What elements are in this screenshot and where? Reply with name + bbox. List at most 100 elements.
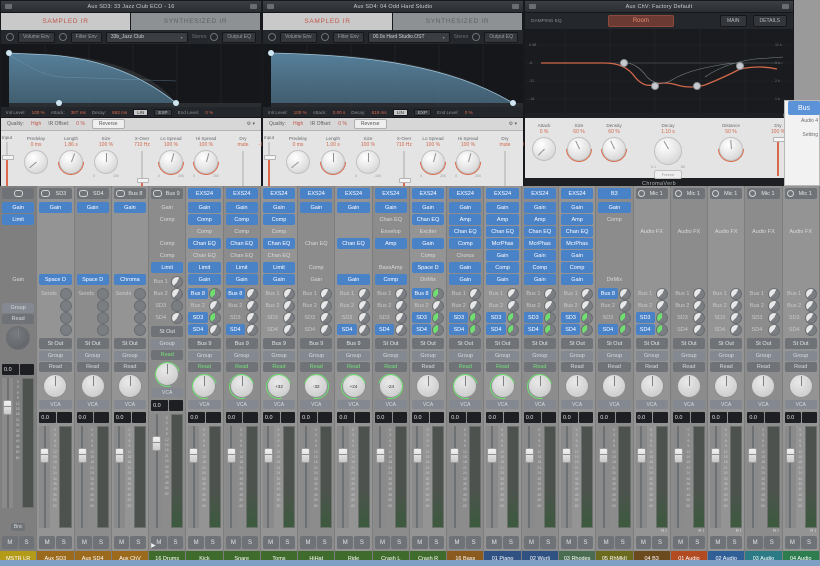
fader-cap[interactable] bbox=[487, 448, 496, 463]
insert-slot[interactable]: Comp bbox=[412, 250, 444, 261]
bounce-button[interactable]: Bnc bbox=[11, 523, 26, 531]
channel-strip[interactable]: SD3GainSpace DSendsSt OutGroupReadVCA0.0… bbox=[37, 186, 74, 566]
send-destination[interactable]: SD3 bbox=[598, 312, 617, 323]
send-destination[interactable]: Bus 8 bbox=[226, 288, 245, 299]
volume-fader[interactable] bbox=[188, 426, 199, 528]
send-destination[interactable] bbox=[114, 300, 133, 311]
send-destination[interactable]: SD3 bbox=[226, 312, 245, 323]
volume-value[interactable]: 0.0 bbox=[673, 412, 690, 423]
damping-eq-label[interactable]: DAMPING EQ bbox=[531, 19, 562, 24]
fader-area[interactable]: 03691215182124303540455060 bbox=[300, 426, 332, 528]
send-level-knob[interactable] bbox=[432, 288, 444, 300]
pan-knob[interactable] bbox=[230, 374, 254, 398]
send-slot[interactable]: SD4 bbox=[598, 324, 630, 335]
input-slot[interactable]: Bus 8 bbox=[114, 188, 146, 199]
group-slot[interactable]: Group bbox=[226, 351, 258, 361]
send-level-knob[interactable] bbox=[693, 324, 705, 336]
peak-value[interactable] bbox=[243, 412, 257, 423]
peak-value[interactable] bbox=[393, 412, 407, 423]
send-slot[interactable] bbox=[114, 312, 146, 323]
fader-area[interactable]: 03691215182124303540455060 bbox=[375, 426, 407, 528]
instrument-slot[interactable]: EXS24 bbox=[263, 188, 295, 199]
room-type-button[interactable]: Room bbox=[608, 15, 674, 27]
send-slot[interactable]: Bus 2 bbox=[524, 300, 556, 311]
input-slot[interactable]: SD3 bbox=[39, 188, 71, 199]
output-slot[interactable]: St Out bbox=[486, 338, 518, 349]
send-slot[interactable]: SD3 bbox=[337, 312, 369, 323]
vca-slot[interactable]: VCA bbox=[39, 400, 71, 409]
peak-value[interactable] bbox=[169, 400, 183, 411]
output-eq-power-icon[interactable] bbox=[210, 33, 218, 41]
group-slot[interactable]: Group bbox=[747, 351, 779, 361]
send-slot[interactable]: SD3 bbox=[747, 312, 779, 323]
insert-slot[interactable]: Gain bbox=[226, 202, 258, 213]
volume-value-row[interactable]: 0.0 bbox=[226, 412, 258, 423]
insert-slot[interactable]: Comp bbox=[151, 238, 183, 249]
insert-slot[interactable]: Chan EQ bbox=[486, 226, 518, 237]
volume-value-row[interactable]: 0.0 bbox=[77, 412, 109, 423]
insert-slot[interactable]: Space D bbox=[39, 274, 71, 285]
insert-slot[interactable]: Comp bbox=[151, 214, 183, 225]
vca-slot[interactable]: VCA bbox=[300, 400, 332, 409]
send-level-knob[interactable] bbox=[97, 312, 109, 324]
send-slot[interactable] bbox=[39, 312, 71, 323]
knob-size[interactable]: Size 60 % bbox=[562, 122, 596, 161]
record-input-tags[interactable]: R I bbox=[745, 528, 781, 534]
output-eq-button[interactable]: Output EQ bbox=[222, 32, 256, 43]
automation-mode-button[interactable]: Read bbox=[785, 362, 817, 372]
window-minimize-icon[interactable] bbox=[782, 4, 789, 9]
insert-slot[interactable]: Audio FX bbox=[785, 226, 817, 237]
insert-slot[interactable] bbox=[114, 262, 146, 273]
group-slot[interactable]: Group bbox=[710, 351, 742, 361]
send-level-knob[interactable] bbox=[619, 312, 631, 324]
solo-button[interactable]: S bbox=[242, 536, 258, 549]
send-slot[interactable]: Bus 2 bbox=[561, 300, 593, 311]
send-destination[interactable]: SD4 bbox=[449, 324, 468, 335]
knob-attack[interactable]: Attack 0 % bbox=[527, 122, 561, 161]
pan-knob[interactable] bbox=[43, 374, 67, 398]
send-level-knob[interactable] bbox=[805, 288, 817, 300]
automation-mode-button[interactable]: Read bbox=[226, 362, 258, 372]
pan-control[interactable] bbox=[0, 324, 36, 352]
send-level-knob[interactable] bbox=[395, 300, 407, 312]
send-slot[interactable] bbox=[77, 300, 109, 311]
knob-lo-spread[interactable]: Lo Spread 100 % 0200 bbox=[416, 135, 450, 178]
send-level-knob[interactable] bbox=[507, 300, 519, 312]
send-level-knob[interactable] bbox=[97, 324, 109, 336]
insert-slot[interactable]: Gain bbox=[524, 202, 556, 213]
send-slot[interactable]: Bus 1 bbox=[263, 288, 295, 299]
volume-value-row[interactable]: 0.0 bbox=[375, 412, 407, 423]
automation-mode-button[interactable]: Read bbox=[263, 362, 295, 372]
insert-slot[interactable] bbox=[673, 250, 705, 261]
insert-slot[interactable]: Gain bbox=[2, 274, 34, 285]
output-slot[interactable]: Bus 9 bbox=[300, 338, 332, 349]
insert-slot[interactable]: Chan EQ bbox=[188, 250, 220, 261]
peak-value[interactable] bbox=[765, 412, 779, 423]
send-slot[interactable]: Bus 2 bbox=[747, 300, 779, 311]
vca-slot[interactable]: VCA bbox=[636, 400, 668, 409]
window-minimize-icon[interactable] bbox=[250, 4, 257, 9]
fader-cap[interactable] bbox=[40, 448, 49, 463]
insert-slot[interactable]: Chan EQ bbox=[375, 214, 407, 225]
send-slot[interactable]: Bus 2 bbox=[412, 300, 444, 311]
send-level-knob[interactable] bbox=[134, 300, 146, 312]
fader-area[interactable]: 03691215182124303540455060 bbox=[673, 426, 705, 528]
output-slot[interactable]: St Out bbox=[39, 338, 71, 349]
solo-button[interactable]: S bbox=[801, 536, 817, 549]
send-destination[interactable]: Bus 1 bbox=[151, 276, 170, 287]
volume-fader[interactable] bbox=[710, 426, 721, 528]
automation-mode-button[interactable]: Read bbox=[710, 362, 742, 372]
send-slot[interactable]: Bus 2 bbox=[486, 300, 518, 311]
insert-slot[interactable]: Envelop bbox=[375, 226, 407, 237]
solo-button[interactable]: S bbox=[19, 536, 35, 549]
instrument-slot[interactable]: EXS24 bbox=[449, 188, 481, 199]
volume-value[interactable]: 0.0 bbox=[114, 412, 131, 423]
send-destination[interactable] bbox=[77, 300, 96, 311]
fader-area[interactable]: 03691215182124303540455060 bbox=[636, 426, 668, 528]
peak-value[interactable] bbox=[579, 412, 593, 423]
insert-slot[interactable] bbox=[114, 214, 146, 225]
send-destination[interactable]: Bus 2 bbox=[226, 300, 245, 311]
insert-slot[interactable]: Chan EQ bbox=[524, 226, 556, 237]
mute-button[interactable]: M bbox=[486, 536, 502, 549]
insert-slot[interactable]: Gain bbox=[412, 238, 444, 249]
